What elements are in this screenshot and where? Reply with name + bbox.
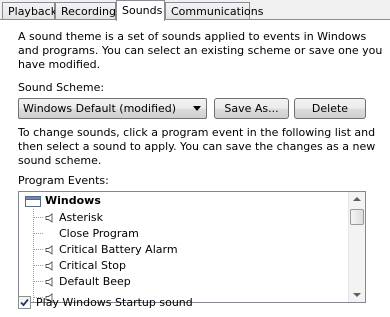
tab-strip: Playback Recording Sounds Communications [0, 0, 390, 21]
speaker-icon [45, 213, 53, 223]
sound-scheme-value: Windows Default (modified) [23, 102, 177, 115]
list-item-label: Default Beep [59, 275, 131, 288]
tab-playback[interactable]: Playback [2, 2, 58, 20]
scroll-down-icon[interactable] [353, 293, 361, 297]
tab-recording[interactable]: Recording [55, 2, 116, 20]
sound-scheme-label: Sound Scheme: [18, 81, 105, 94]
tab-sounds[interactable]: Sounds [116, 0, 165, 21]
instructions-line-2: then select a sound to apply. You can sa… [18, 140, 376, 153]
speaker-icon [45, 245, 53, 255]
vertical-scrollbar[interactable] [348, 192, 365, 302]
tab-label: Sounds [122, 4, 163, 17]
sounds-panel: A sound theme is a set of sounds applied… [0, 19, 390, 317]
tab-label: Playback [8, 5, 58, 18]
sound-scheme-dropdown[interactable]: Windows Default (modified) [18, 98, 207, 119]
save-as-button[interactable]: Save As... [214, 98, 289, 119]
scroll-up-icon[interactable] [353, 197, 361, 201]
instructions-line-3: sound scheme. [18, 154, 102, 167]
intro-line-3: have modified. [18, 58, 101, 71]
scrollbar-thumb[interactable] [350, 209, 364, 225]
instructions-line-1: To change sounds, click a program event … [18, 126, 376, 139]
list-item-label: Critical Battery Alarm [59, 243, 178, 256]
tab-label: Communications [171, 5, 264, 18]
delete-button[interactable]: Delete [294, 98, 366, 119]
chevron-down-icon [193, 106, 201, 111]
tab-communications[interactable]: Communications [165, 2, 263, 20]
intro-line-1: A sound theme is a set of sounds applied… [18, 30, 367, 43]
list-item-label: Critical Stop [59, 259, 126, 272]
speaker-icon [45, 261, 53, 271]
intro-line-2: and programs. You can select an existing… [18, 44, 383, 57]
program-events-label: Program Events: [18, 174, 109, 187]
list-item-label: Asterisk [59, 211, 104, 224]
speaker-icon [45, 277, 53, 287]
play-startup-sound-checkbox[interactable] [18, 296, 31, 309]
tab-label: Recording [61, 5, 117, 18]
list-item-label: Close Program [59, 227, 139, 240]
checkmark-icon [20, 298, 29, 307]
program-events-list[interactable]: Windows Asterisk Close Program Critical … [18, 191, 366, 303]
play-startup-sound-label[interactable]: Play Windows Startup sound [36, 296, 193, 310]
